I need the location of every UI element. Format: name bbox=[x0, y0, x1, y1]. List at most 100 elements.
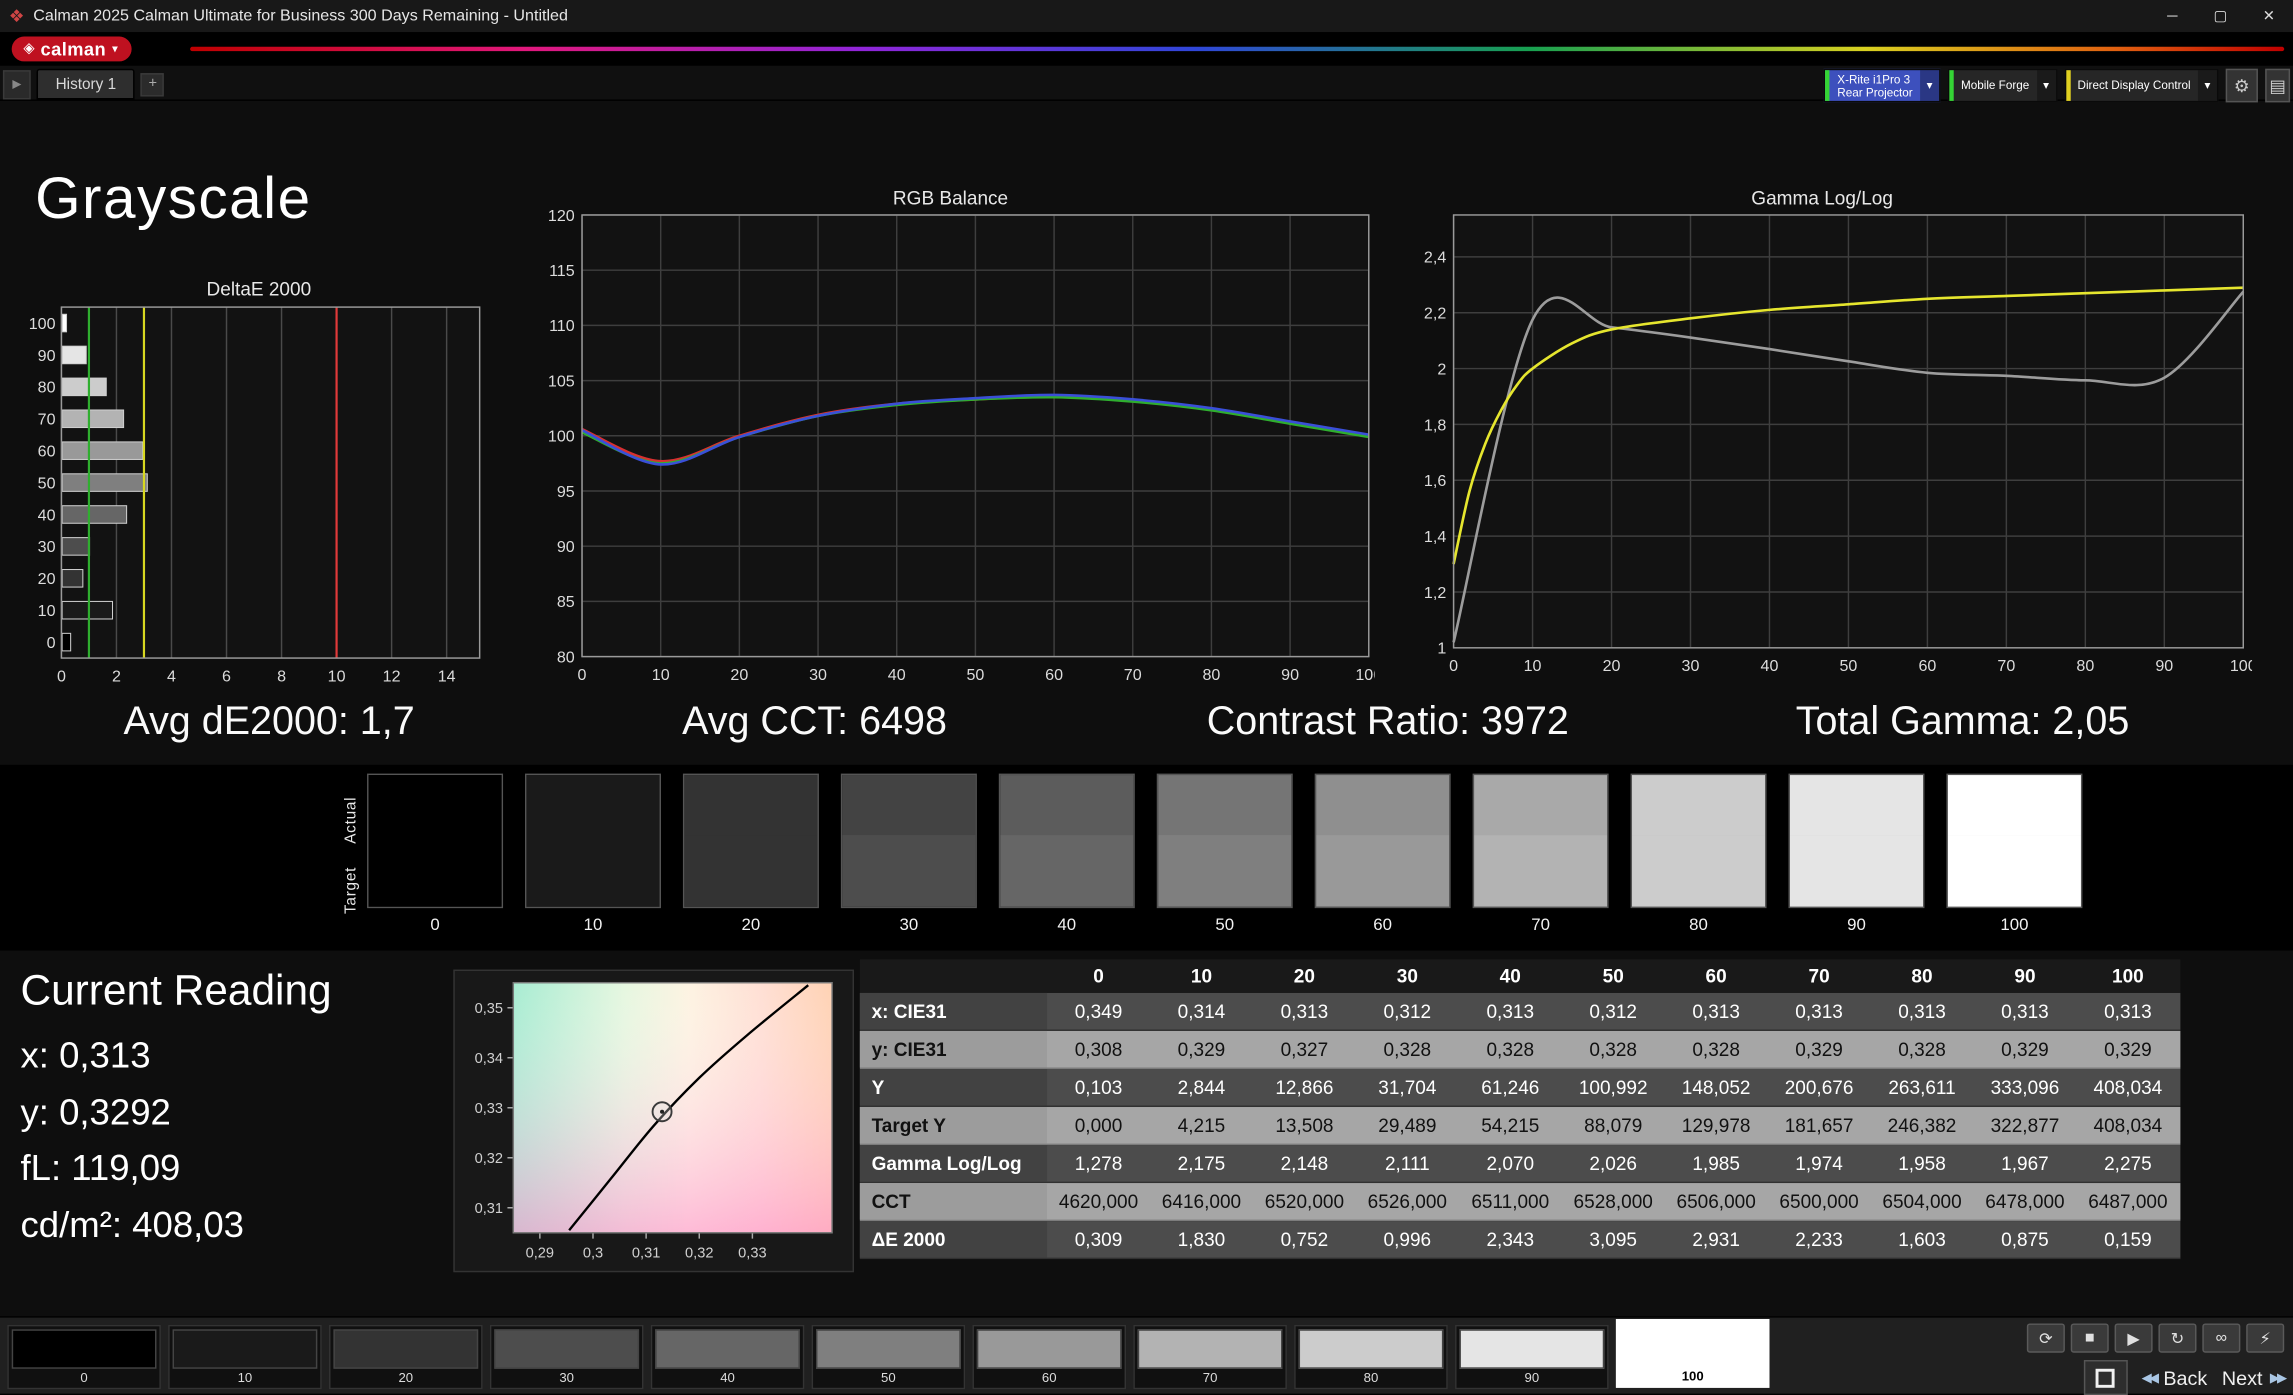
table-cell: 2,148 bbox=[1280, 1152, 1329, 1175]
display-name: Direct Display Control bbox=[2077, 78, 2191, 93]
grayscale-swatch-50: 50 bbox=[1156, 773, 1293, 934]
row-label: CCT bbox=[859, 1183, 1048, 1220]
window-controls: ─ ▢ ✕ bbox=[2148, 0, 2293, 32]
table-row-e-2000: ΔE 2000 0,309 1,830 0,752 0,996 2,343 3,095 2,9… bbox=[859, 1221, 2181, 1260]
table-cell: 0,309 bbox=[1074, 1228, 1123, 1251]
table-cell: 0,313 bbox=[2104, 1000, 2152, 1023]
patch-button-10[interactable]: 10 bbox=[168, 1324, 322, 1390]
close-button[interactable]: ✕ bbox=[2245, 0, 2293, 32]
patch-swatch bbox=[1459, 1329, 1605, 1369]
table-cell: 3,095 bbox=[1589, 1228, 1638, 1251]
grayscale-swatch-70: 70 bbox=[1472, 773, 1609, 935]
table-cell: 0,313 bbox=[1898, 1000, 1946, 1023]
fast-forward-icon: ▶▶ bbox=[2269, 1369, 2287, 1385]
history-panel-toggle[interactable]: ▶ bbox=[2, 69, 31, 99]
swatch-label: 0 bbox=[430, 916, 440, 935]
svg-text:10: 10 bbox=[652, 666, 670, 684]
table-cell: 6416,000 bbox=[1161, 1190, 1242, 1213]
patch-button-40[interactable]: 40 bbox=[650, 1324, 805, 1390]
patch-swatch bbox=[816, 1329, 961, 1369]
table-cell: 31,704 bbox=[1378, 1076, 1437, 1099]
swatch-target bbox=[526, 834, 660, 907]
reading-fl: fL: 119,09 bbox=[20, 1147, 181, 1189]
table-cell: 2,026 bbox=[1589, 1152, 1638, 1175]
minimize-button[interactable]: ─ bbox=[2148, 0, 2196, 32]
table-cell: 1,967 bbox=[2001, 1152, 2049, 1175]
free-run-button[interactable]: ∞ bbox=[2202, 1323, 2241, 1353]
trigger-button[interactable]: ⚡ bbox=[2246, 1323, 2285, 1353]
swatch-target bbox=[1316, 834, 1450, 907]
stop-button[interactable]: ■ bbox=[2070, 1323, 2109, 1353]
svg-text:80: 80 bbox=[38, 379, 56, 397]
svg-text:40: 40 bbox=[888, 666, 906, 684]
back-label: Back bbox=[2163, 1366, 2208, 1389]
swatch-band: Actual Target 0 10 20 30 40 50 60 70 80 90 100 bbox=[0, 764, 2293, 951]
svg-text:6: 6 bbox=[222, 667, 231, 685]
continuous-read-button[interactable]: ⟳ bbox=[2026, 1323, 2065, 1353]
patch-button-80[interactable]: 80 bbox=[1294, 1324, 1448, 1390]
table-cell: 2,111 bbox=[1384, 1152, 1430, 1175]
svg-text:14: 14 bbox=[438, 667, 456, 685]
svg-text:115: 115 bbox=[549, 262, 575, 280]
table-cell: 0,000 bbox=[1074, 1114, 1123, 1137]
tab-history-1[interactable]: History 1 bbox=[36, 68, 136, 100]
meter-dropdown[interactable]: X-Rite i1Pro 3 Rear Projector ▾ bbox=[1824, 68, 1941, 103]
table-cell: 2,931 bbox=[1692, 1228, 1740, 1251]
patch-button-50[interactable]: 50 bbox=[811, 1324, 966, 1390]
add-tab-button[interactable]: + bbox=[141, 72, 165, 96]
svg-text:50: 50 bbox=[1839, 657, 1857, 675]
titlebar: ❖ Calman 2025 Calman Ultimate for Busine… bbox=[0, 0, 2293, 34]
svg-text:40: 40 bbox=[38, 506, 56, 524]
svg-text:20: 20 bbox=[38, 570, 56, 588]
patch-button-60[interactable]: 60 bbox=[972, 1324, 1127, 1390]
calman-diamond-icon: ◈ bbox=[23, 40, 35, 58]
patch-button-30[interactable]: 30 bbox=[489, 1324, 644, 1390]
table-cell: 29,489 bbox=[1378, 1114, 1437, 1137]
table-cell: 4620,000 bbox=[1058, 1190, 1139, 1213]
swatch-target bbox=[368, 834, 502, 907]
maximize-button[interactable]: ▢ bbox=[2196, 0, 2244, 32]
swatch-target bbox=[842, 834, 976, 907]
patch-swatch bbox=[11, 1329, 157, 1369]
patch-swatch bbox=[172, 1329, 318, 1369]
settings-gear-button[interactable]: ⚙ bbox=[2225, 68, 2258, 103]
patch-button-0[interactable]: 0 bbox=[7, 1324, 161, 1390]
table-cell: 0,313 bbox=[1795, 1000, 1843, 1023]
next-button[interactable]: Next ▶▶ bbox=[2221, 1366, 2287, 1389]
patch-button-20[interactable]: 20 bbox=[329, 1324, 483, 1390]
table-cell: 0,328 bbox=[1383, 1038, 1432, 1061]
patch-button-100[interactable]: 100 bbox=[1615, 1319, 1770, 1388]
source-dropdown[interactable]: Mobile Forge ▾ bbox=[1947, 68, 2058, 103]
table-cell: 0,327 bbox=[1280, 1038, 1329, 1061]
svg-text:30: 30 bbox=[1682, 657, 1700, 675]
table-cell: 0,329 bbox=[2001, 1038, 2049, 1061]
repeat-button[interactable]: ↻ bbox=[2158, 1323, 2197, 1353]
svg-text:0,29: 0,29 bbox=[526, 1246, 554, 1262]
play-button[interactable]: ▶ bbox=[2114, 1323, 2153, 1353]
table-cell: 2,275 bbox=[2104, 1152, 2152, 1175]
patch-window-button[interactable] bbox=[2083, 1360, 2128, 1395]
table-cell: 0,752 bbox=[1280, 1228, 1329, 1251]
display-dropdown[interactable]: Direct Display Control ▾ bbox=[2064, 68, 2219, 103]
patch-button-70[interactable]: 70 bbox=[1133, 1324, 1287, 1390]
table-cell: 246,382 bbox=[1887, 1114, 1957, 1137]
table-cell: 0,313 bbox=[1486, 1000, 1535, 1023]
svg-text:1: 1 bbox=[1437, 640, 1446, 658]
back-button[interactable]: ◀◀ Back bbox=[2142, 1367, 2208, 1389]
chevron-down-icon: ▾ bbox=[2036, 70, 2056, 101]
table-cell: 2,343 bbox=[1486, 1228, 1535, 1251]
table-row-y: Y 0,103 2,844 12,866 31,704 61,246 100,992 148,… bbox=[859, 1068, 2181, 1108]
svg-text:30: 30 bbox=[38, 538, 56, 556]
deltae-chart: 0 2 4 6 8 10 12 14 0 10 20 30 40 50 60 70 80 90 100 bbox=[29, 306, 481, 685]
swatch-label: 70 bbox=[1531, 916, 1550, 935]
next-label: Next bbox=[2221, 1366, 2263, 1389]
svg-text:10: 10 bbox=[1524, 657, 1542, 675]
column-header: 80 bbox=[1911, 965, 1933, 988]
panel-toggle-button[interactable]: ▤ bbox=[2265, 68, 2291, 103]
grayscale-swatch-10: 10 bbox=[524, 773, 661, 934]
patch-button-90[interactable]: 90 bbox=[1455, 1324, 1609, 1390]
patch-label: 50 bbox=[881, 1370, 896, 1385]
table-cell: 0,328 bbox=[1692, 1038, 1740, 1061]
calman-logo-menu[interactable]: ◈ calman ▾ bbox=[11, 36, 132, 62]
svg-text:90: 90 bbox=[1281, 666, 1299, 684]
